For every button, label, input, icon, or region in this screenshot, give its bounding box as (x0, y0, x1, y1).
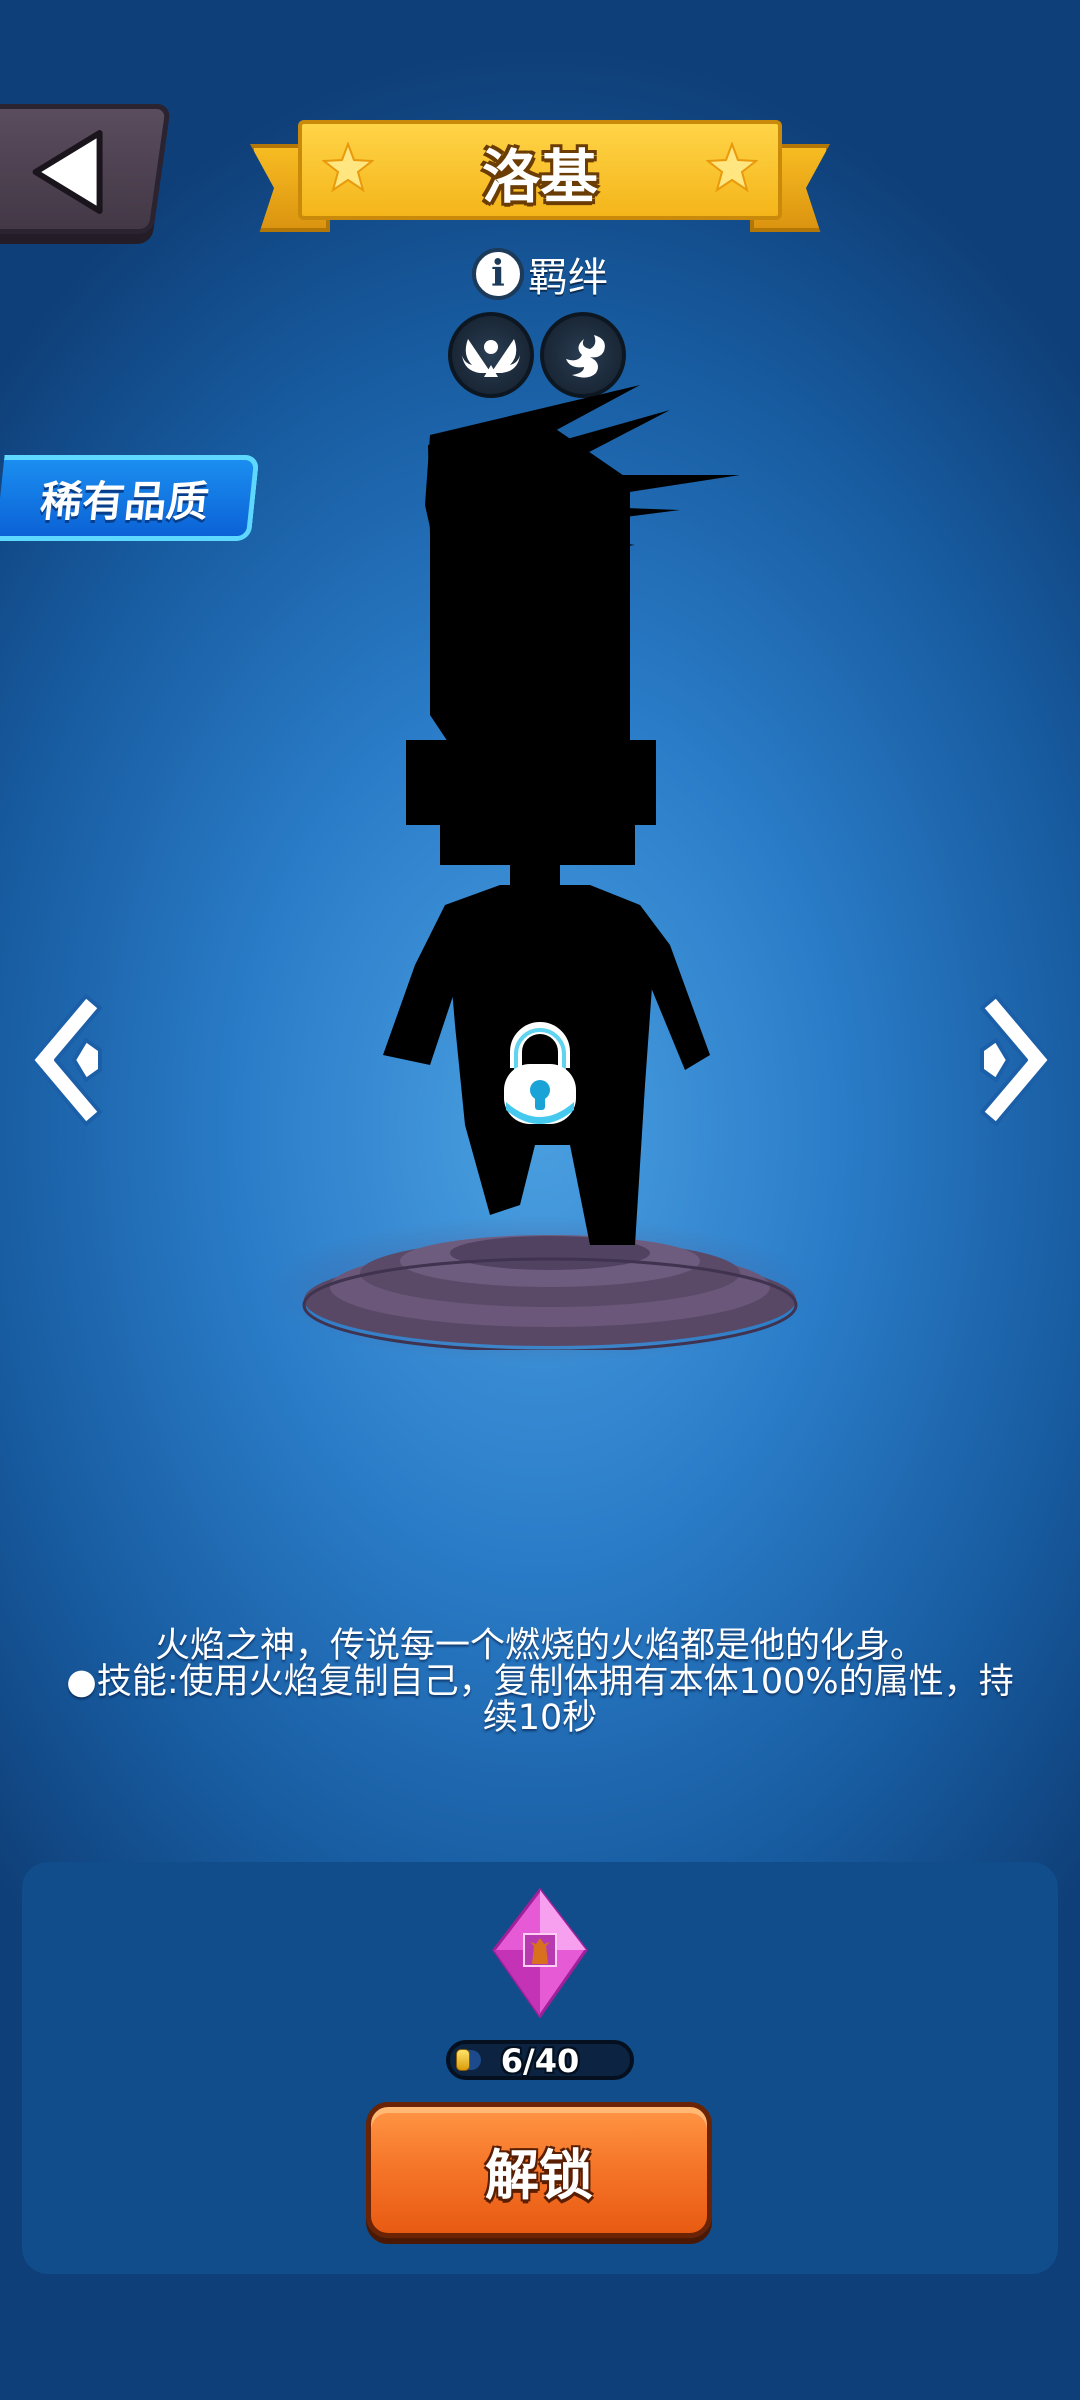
shard-progress-bar: 6/40 (446, 2040, 634, 2080)
page-title: 洛基 (481, 143, 598, 211)
chevron-right-icon[interactable] (976, 990, 1056, 1130)
bond-label: 羁绊 (528, 255, 608, 301)
back-button[interactable] (0, 104, 172, 234)
lock-icon (504, 1022, 576, 1124)
unlock-button[interactable]: 解锁 (366, 2102, 712, 2238)
title-ribbon: 洛基 (250, 120, 830, 235)
character-shard-gem-icon (492, 1888, 588, 2018)
rarity-badge: 稀有品质 (0, 455, 260, 541)
chevron-left-icon[interactable] (26, 990, 106, 1130)
back-triangle-icon (32, 130, 103, 214)
description-lore: 火焰之神，传说每一个燃烧的火焰都是他的化身。 (154, 1626, 925, 1666)
character-description: 火焰之神，传说每一个燃烧的火焰都是他的化身。 ●技能:使用火焰复制自己，复制体拥… (50, 1628, 1030, 1736)
description-skill: ●技能:使用火焰复制自己，复制体拥有本体100%的属性，持 (66, 1662, 1014, 1702)
bond-button[interactable]: i 羁绊 (472, 246, 608, 302)
info-icon: i (472, 248, 524, 300)
description-skill-cont: 续10秒 (482, 1698, 598, 1738)
progress-text: 6/40 (500, 2042, 580, 2080)
